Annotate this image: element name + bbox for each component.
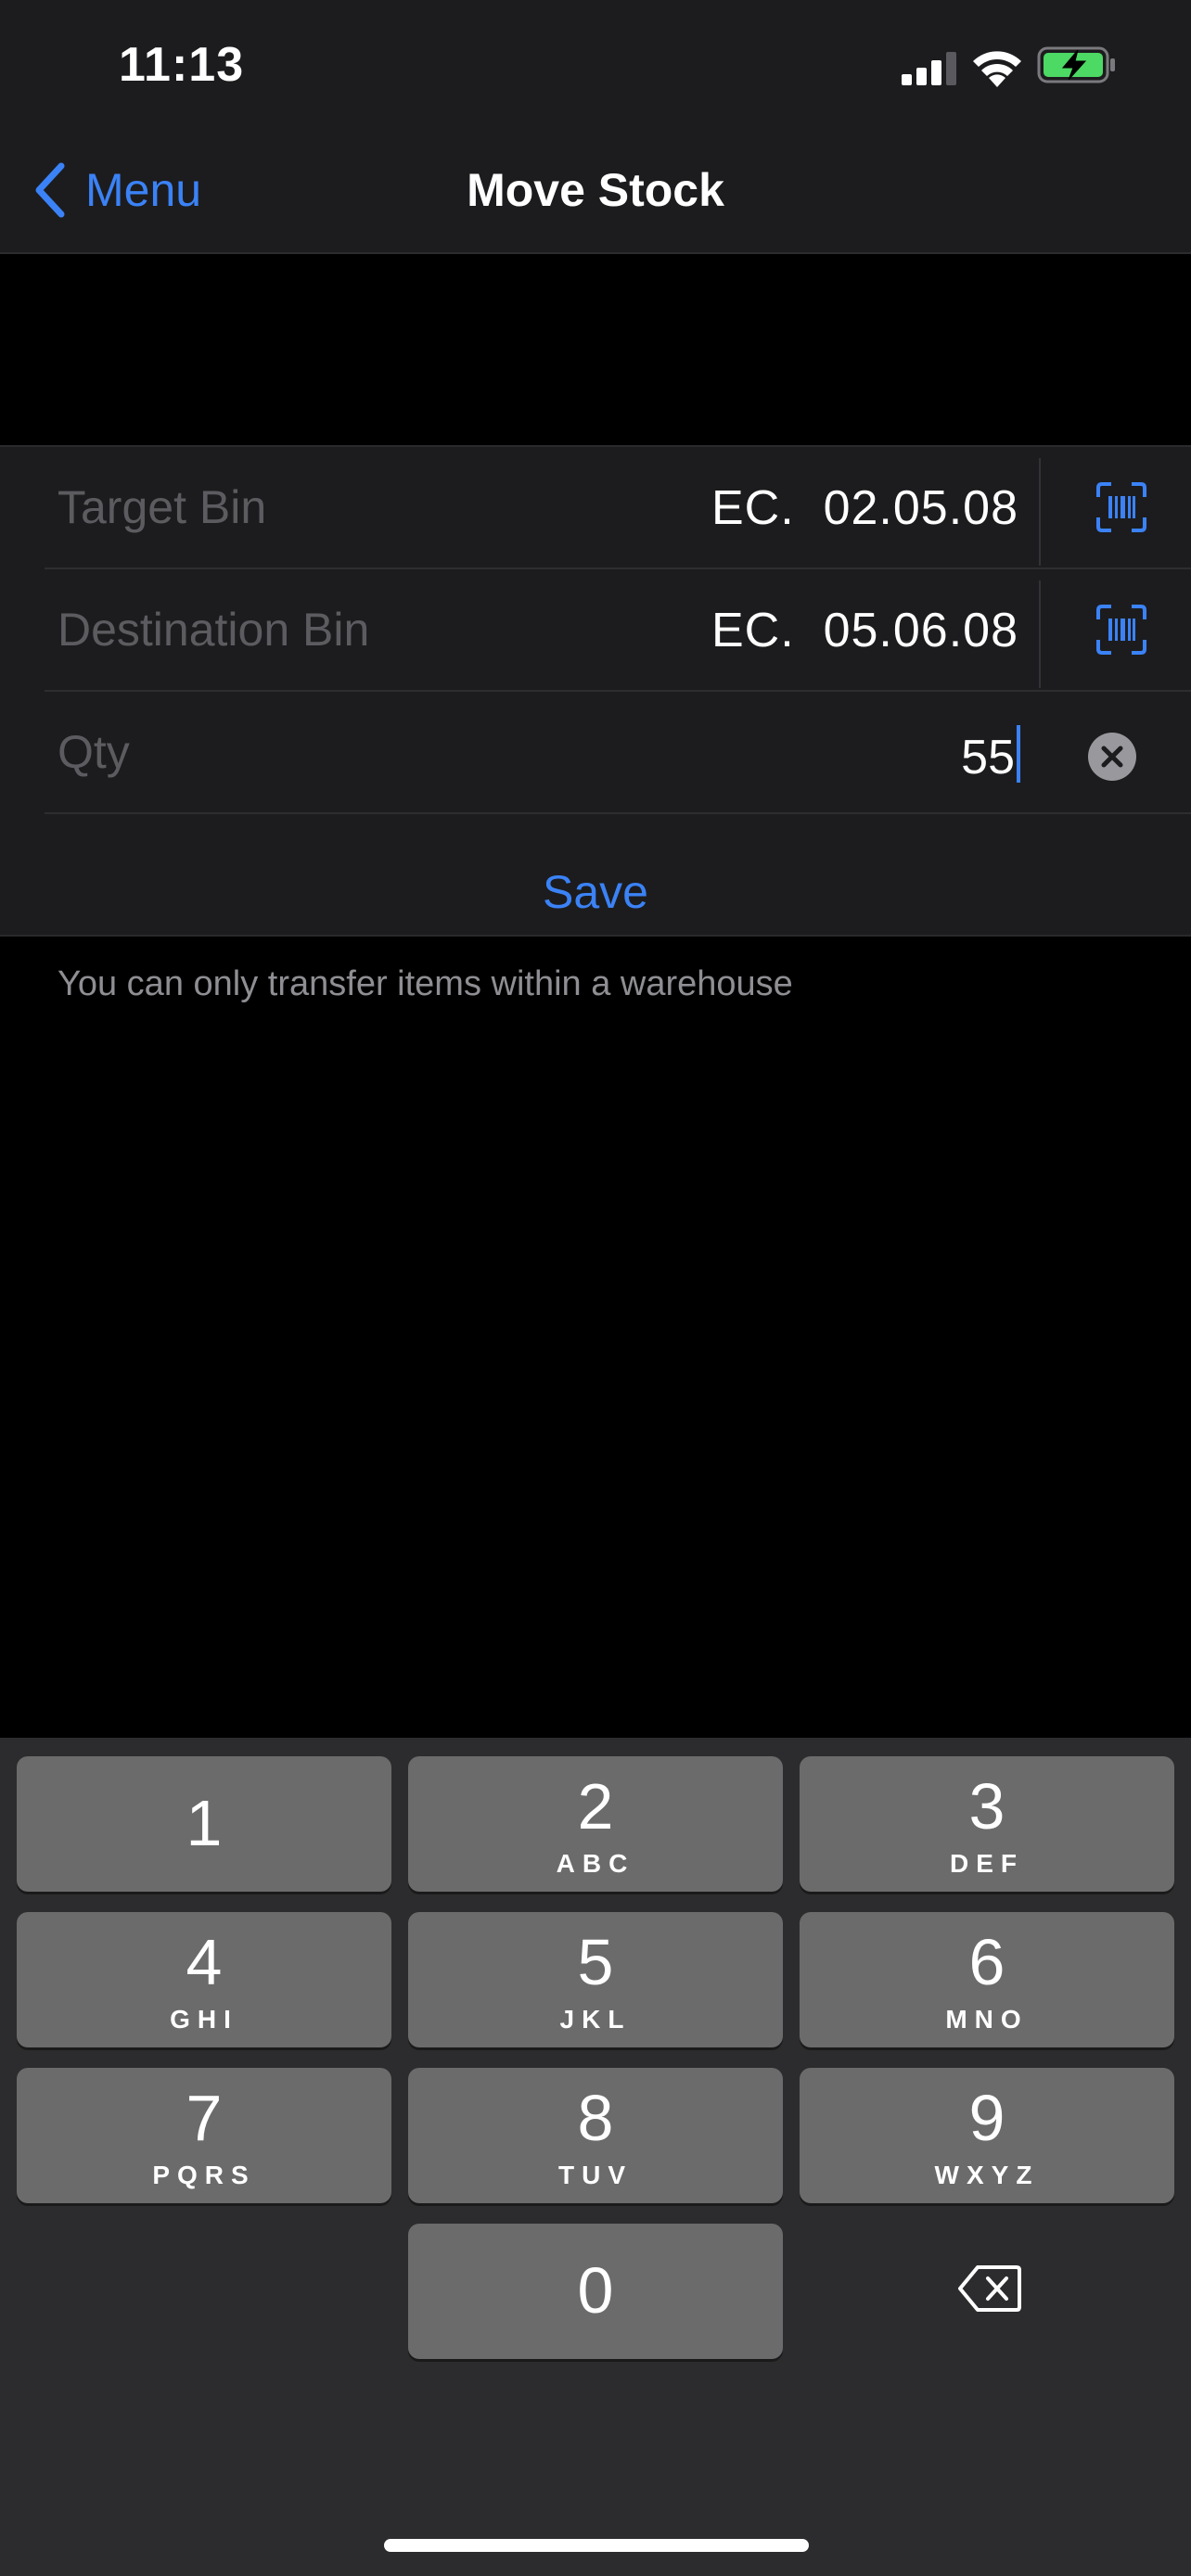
barcode-scan-icon[interactable] <box>1095 603 1148 657</box>
key-digit: 5 <box>577 1926 614 1998</box>
key-digit: 8 <box>577 2082 614 2154</box>
qty-label: Qty <box>58 726 130 778</box>
key-digit: 7 <box>186 2082 223 2154</box>
key-8[interactable]: 8 TUV <box>408 2068 783 2203</box>
row-divider <box>1039 458 1041 566</box>
row-divider <box>1039 580 1041 688</box>
footnote-text: You can only transfer items within a war… <box>58 964 793 1003</box>
key-digit: 6 <box>968 1926 1005 1998</box>
home-indicator[interactable] <box>384 2539 809 2552</box>
numeric-keypad: 1 2 ABC 3 DEF 4 GHI 5 JKL 6 MNO 7 PQRS 8… <box>0 1738 1191 2576</box>
key-digit: 9 <box>968 2082 1005 2154</box>
key-digit: 4 <box>186 1926 223 1998</box>
key-letters: MNO <box>945 2005 1029 2034</box>
key-digit: 3 <box>968 1770 1005 1843</box>
key-9[interactable]: 9 WXYZ <box>800 2068 1174 2203</box>
key-letters: DEF <box>950 1849 1024 1878</box>
target-bin-field[interactable]: EC. 02.05.08 <box>711 480 1018 536</box>
battery-charging-icon <box>1037 46 1115 83</box>
destination-bin-label: Destination Bin <box>58 604 370 656</box>
key-4[interactable]: 4 GHI <box>17 1912 391 2047</box>
wifi-icon <box>973 51 1021 87</box>
key-0[interactable]: 0 <box>408 2224 783 2359</box>
key-letters: WXYZ <box>934 2161 1040 2189</box>
key-letters: JKL <box>559 2005 632 2034</box>
key-letters: ABC <box>556 1849 635 1878</box>
cellular-signal-icon <box>902 52 956 85</box>
key-3[interactable]: 3 DEF <box>800 1756 1174 1892</box>
key-digit: 1 <box>186 1787 223 1859</box>
destination-bin-field[interactable]: EC. 05.06.08 <box>711 603 1018 658</box>
page-title: Move Stock <box>467 164 724 216</box>
barcode-scan-icon[interactable] <box>1095 480 1148 534</box>
key-digit: 2 <box>577 1770 614 1843</box>
qty-row[interactable]: Qty 55 <box>0 692 1191 814</box>
top-bar: 11:13 Menu Move Stock <box>0 0 1191 254</box>
destination-bin-row[interactable]: Destination Bin EC. 05.06.08 <box>0 569 1191 692</box>
status-time: 11:13 <box>119 38 245 92</box>
key-letters: PQRS <box>152 2161 256 2189</box>
key-digit: 0 <box>577 2254 614 2327</box>
target-bin-label: Target Bin <box>58 481 267 533</box>
key-letters: GHI <box>170 2005 238 2034</box>
qty-input[interactable]: 55 <box>961 725 1020 785</box>
key-5[interactable]: 5 JKL <box>408 1912 783 2047</box>
key-letters: TUV <box>558 2161 633 2189</box>
key-7[interactable]: 7 PQRS <box>17 2068 391 2203</box>
backspace-key[interactable] <box>800 2224 1174 2359</box>
qty-value: 55 <box>961 731 1015 784</box>
target-bin-row[interactable]: Target Bin EC. 02.05.08 <box>0 447 1191 569</box>
key-1[interactable]: 1 <box>17 1756 391 1892</box>
row-separator <box>45 812 1191 814</box>
save-button[interactable]: Save <box>0 846 1191 938</box>
backspace-icon <box>958 2265 1021 2312</box>
clear-icon[interactable] <box>1088 733 1136 781</box>
key-6[interactable]: 6 MNO <box>800 1912 1174 2047</box>
move-stock-form: Target Bin EC. 02.05.08 Destination Bin … <box>0 445 1191 937</box>
key-2[interactable]: 2 ABC <box>408 1756 783 1892</box>
text-cursor <box>1017 725 1020 783</box>
